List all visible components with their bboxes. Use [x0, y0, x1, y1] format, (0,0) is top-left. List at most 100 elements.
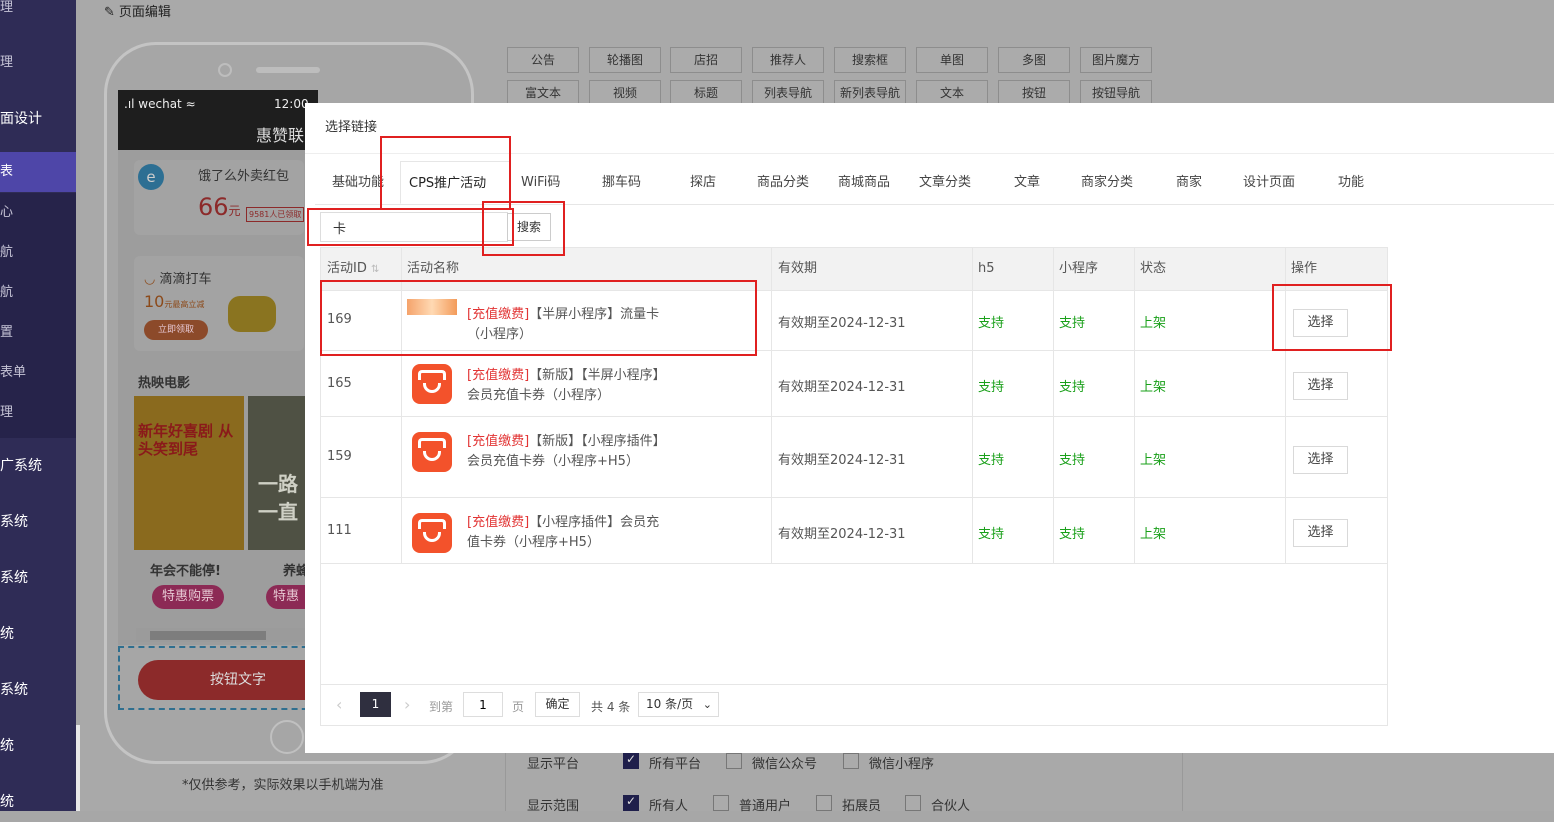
gift-box-icon [412, 432, 452, 472]
tab-article[interactable]: 文章 [1014, 161, 1040, 204]
modal-header [305, 103, 1554, 154]
search-button[interactable]: 搜索 [507, 213, 551, 241]
edit-icon: ✎ [104, 5, 115, 20]
movie-poster-1[interactable]: 新年好喜剧 从头笑到尾 [134, 396, 244, 550]
platform-all-checkbox[interactable] [623, 752, 639, 769]
component-image-cube-button[interactable]: 图片魔方 [1080, 47, 1152, 73]
sidebar-item[interactable]: 系统 [0, 670, 76, 710]
component-notice-button[interactable]: 公告 [507, 47, 579, 73]
page-current[interactable]: 1 [360, 692, 391, 717]
row-separator [321, 563, 1387, 564]
page-title: ✎ 页面编辑 [104, 1, 171, 20]
row-h5-support: 支持 [978, 380, 1005, 395]
row-separator [321, 497, 1387, 498]
tab-move-car-code[interactable]: 挪车码 [602, 161, 641, 204]
component-carousel-button[interactable]: 轮播图 [589, 47, 661, 73]
goto-confirm-button[interactable]: 确定 [535, 692, 580, 717]
goto-page-input[interactable] [463, 692, 503, 717]
column-header-status: 状态 [1140, 261, 1167, 276]
activity-name: [充值缴费]【小程序插件】会员充值卡券（小程序+H5） [467, 515, 660, 550]
sidebar-item[interactable]: 表单 [0, 353, 76, 393]
promo-badge: 9581人已领取 [246, 207, 305, 222]
row-status: 上架 [1140, 453, 1167, 468]
tab-wifi-code[interactable]: WiFi码 [521, 161, 560, 204]
poster2-text: 一路 一直 [258, 472, 298, 524]
next-page-button[interactable]: › [404, 695, 410, 714]
scrollbar-thumb[interactable] [150, 631, 266, 640]
tab-design-page[interactable]: 设计页面 [1243, 161, 1295, 204]
panel-divider [505, 752, 506, 811]
scope-normal-checkbox[interactable] [713, 795, 729, 811]
component-single-image-button[interactable]: 单图 [916, 47, 988, 73]
component-searchbox-button[interactable]: 搜索框 [834, 47, 906, 73]
row-id: 169 [327, 312, 352, 327]
tab-merchant[interactable]: 商家 [1176, 161, 1202, 204]
row-h5-support: 支持 [978, 453, 1005, 468]
scope-all-label: 所有人 [649, 799, 689, 814]
sidebar-item[interactable]: 置 [0, 313, 76, 353]
scope-promoter-label: 拓展员 [842, 799, 882, 814]
sidebar-item[interactable]: 系统 [0, 502, 76, 542]
platform-wechat-mp-label: 微信公众号 [752, 757, 818, 772]
tab-goods-category[interactable]: 商品分类 [757, 161, 809, 204]
didi-claim-button[interactable]: 立即领取 [144, 320, 208, 340]
page-size-select[interactable]: 10 条/页 ⌄ [638, 692, 719, 717]
sidebar-item[interactable]: 航 [0, 273, 76, 313]
sidebar-item[interactable]: 航 [0, 233, 76, 273]
row-miniapp-support: 支持 [1059, 380, 1086, 395]
tab-basic[interactable]: 基础功能 [332, 161, 384, 204]
column-header-id[interactable]: 活动ID ⇅ [321, 248, 401, 290]
tab-mall-goods[interactable]: 商城商品 [838, 161, 890, 204]
tab-cps-activity[interactable]: CPS推广活动 [400, 161, 510, 204]
row-miniapp-support: 支持 [1059, 453, 1086, 468]
tab-store-visit[interactable]: 探店 [690, 161, 716, 204]
selected-component-outline [118, 646, 318, 710]
phone-home-button [270, 720, 304, 754]
sidebar-item-active[interactable]: 表 [0, 152, 76, 192]
sort-icon: ⇅ [371, 264, 380, 275]
search-input[interactable] [320, 212, 508, 242]
prev-page-button[interactable]: ‹ [336, 695, 342, 714]
platform-wechat-mp-checkbox[interactable] [726, 753, 742, 769]
sidebar-item[interactable]: 理 [0, 43, 76, 83]
tab-merchant-category[interactable]: 商家分类 [1081, 161, 1133, 204]
platform-miniapp-label: 微信小程序 [869, 757, 935, 772]
sidebar-item-page-design[interactable]: 面设计 [0, 99, 76, 139]
sidebar-item[interactable]: 心 [0, 193, 76, 233]
tab-article-category[interactable]: 文章分类 [919, 161, 971, 204]
platform-miniapp-checkbox[interactable] [843, 753, 859, 769]
row-status: 上架 [1140, 316, 1167, 331]
component-multi-image-button[interactable]: 多图 [998, 47, 1070, 73]
scope-partner-checkbox[interactable] [905, 795, 921, 811]
select-button[interactable]: 选择 [1293, 519, 1348, 547]
sidebar-item[interactable]: 广系统 [0, 446, 76, 486]
buy-ticket-button[interactable]: 特惠购票 [152, 585, 224, 609]
row-separator [321, 416, 1387, 417]
sidebar-item[interactable]: 理 [0, 0, 76, 28]
column-header-name: 活动名称 [407, 261, 460, 276]
select-button[interactable]: 选择 [1293, 309, 1348, 337]
row-id: 165 [327, 376, 352, 391]
sidebar-item[interactable]: 理 [0, 393, 76, 433]
column-header-miniapp: 小程序 [1059, 261, 1099, 276]
poster-text: 新年好喜剧 从头笑到尾 [138, 422, 234, 458]
row-separator [321, 350, 1387, 351]
sidebar-item[interactable]: 统 [0, 614, 76, 654]
scope-promoter-checkbox[interactable] [816, 795, 832, 811]
sidebar-item[interactable]: 系统 [0, 558, 76, 598]
select-button[interactable]: 选择 [1293, 446, 1348, 474]
tab-function[interactable]: 功能 [1338, 161, 1364, 204]
column-separator [1053, 248, 1054, 564]
movie-poster-2[interactable]: 一路 一直 [248, 396, 305, 550]
sidebar-item[interactable]: 统 [0, 726, 76, 766]
eleme-logo-icon: e [138, 164, 164, 190]
scope-all-checkbox[interactable] [623, 794, 639, 811]
sidebar-item[interactable]: 统 [0, 782, 76, 822]
select-button[interactable]: 选择 [1293, 372, 1348, 400]
scope-label: 显示范围 [527, 799, 580, 814]
component-referrer-button[interactable]: 推荐人 [752, 47, 824, 73]
row-validity: 有效期至2024-12-31 [778, 453, 906, 468]
phone-preview-note: *仅供参考，实际效果以手机端为准 [182, 778, 384, 793]
buy-ticket-button-2[interactable]: 特惠 [266, 585, 306, 609]
component-shop-sign-button[interactable]: 店招 [670, 47, 742, 73]
